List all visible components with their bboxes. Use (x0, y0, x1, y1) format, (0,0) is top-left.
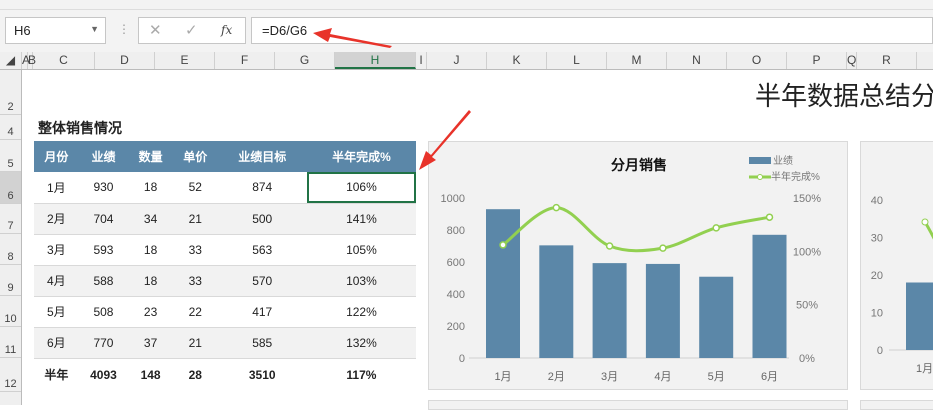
arrow-annotation (313, 28, 392, 48)
annotation-arrows (313, 28, 471, 170)
arrow-annotation (419, 110, 471, 170)
